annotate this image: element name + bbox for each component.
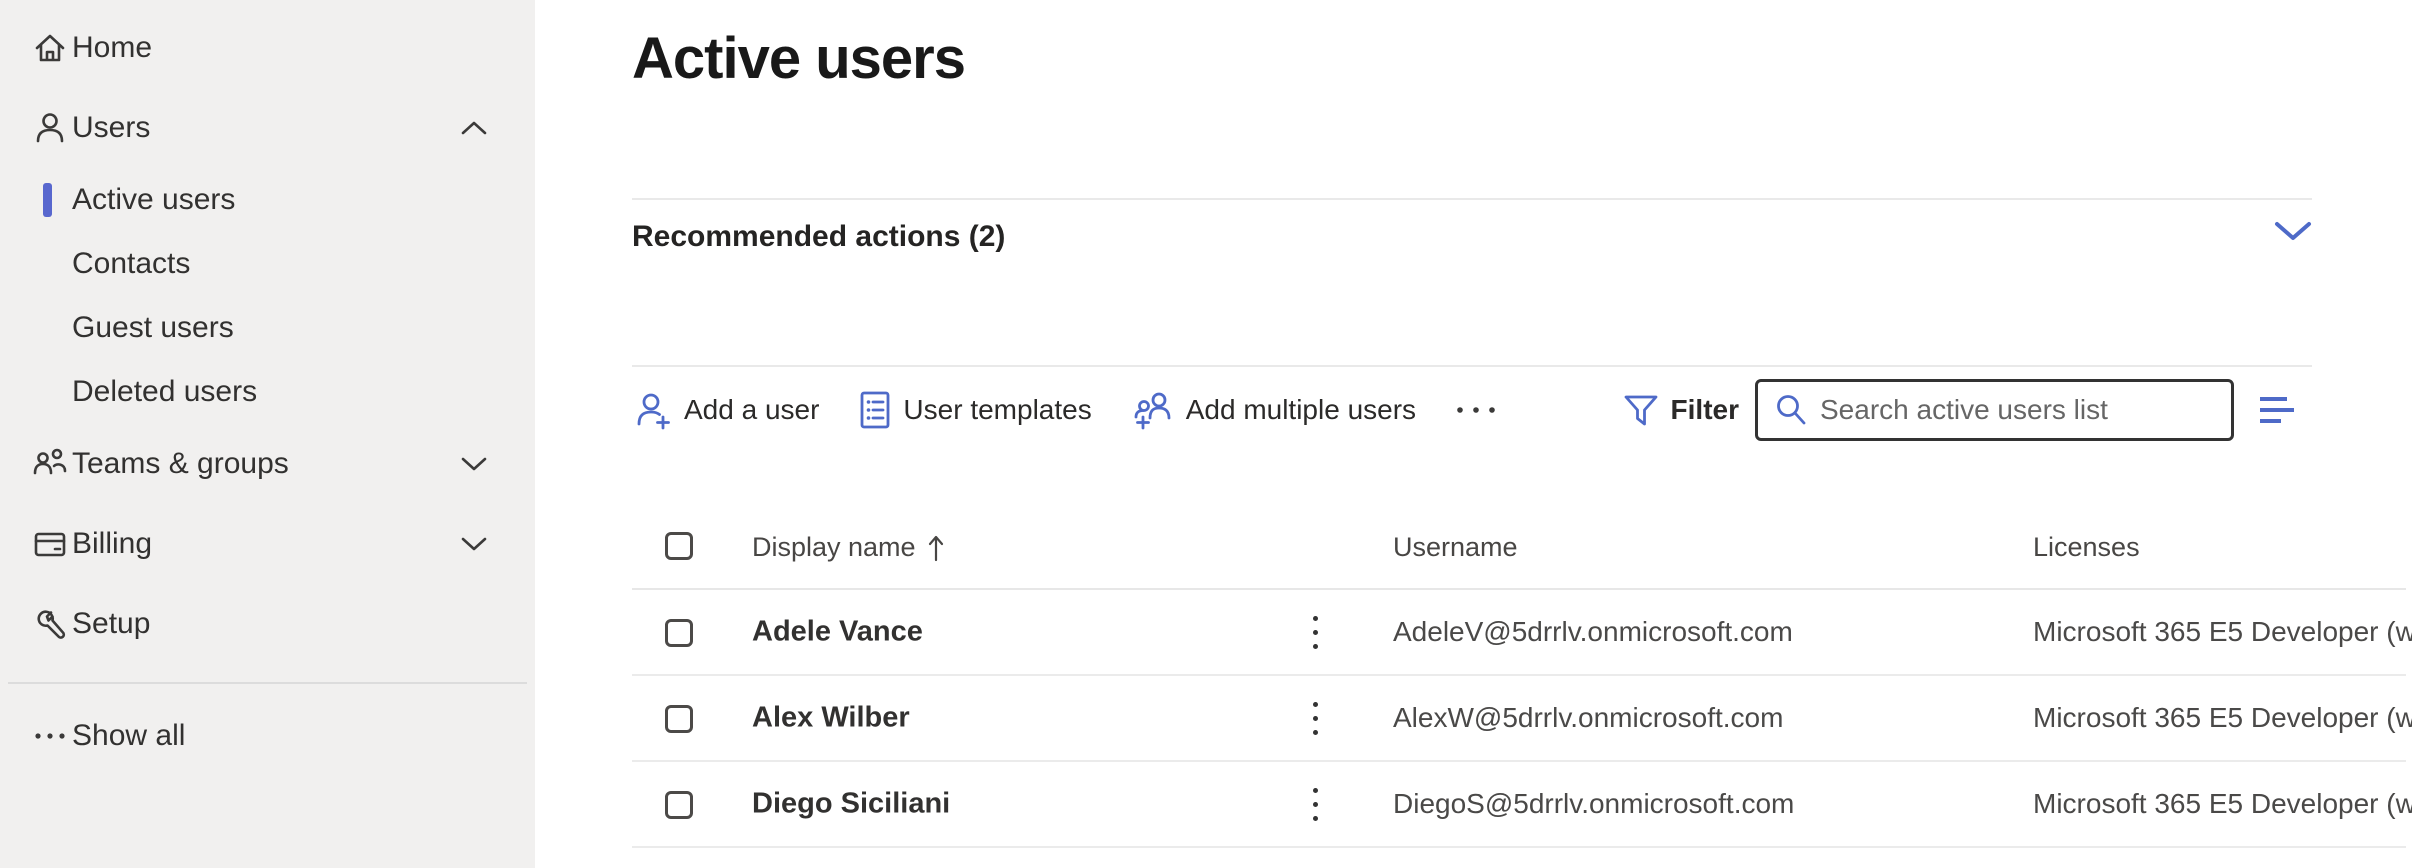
select-all-checkbox[interactable] (665, 532, 693, 560)
table-row[interactable]: Adele Vance AdeleV@5drrlv.onmicrosoft.co… (632, 590, 2406, 676)
people-add-icon (1130, 388, 1176, 432)
column-header-display-name[interactable]: Display name (752, 532, 944, 563)
user-licenses: Microsoft 365 E5 Developer (withou (2033, 616, 2412, 648)
sidebar-divider (8, 682, 527, 684)
page-title: Active users (632, 28, 2406, 90)
person-add-icon (632, 388, 674, 432)
row-checkbox[interactable] (665, 791, 693, 819)
sidebar-item-label: Deleted users (72, 375, 257, 409)
sidebar-item-label: Active users (72, 183, 235, 217)
chevron-down-icon (461, 536, 487, 552)
sidebar-item-home[interactable]: Home (0, 16, 535, 80)
kebab-icon[interactable] (1300, 695, 1330, 741)
user-templates-button[interactable]: User templates (857, 388, 1091, 432)
chevron-up-icon (461, 120, 487, 136)
sort-lines-icon (2258, 394, 2298, 426)
sidebar-item-contacts[interactable]: Contacts (0, 232, 535, 296)
user-username: DiegoS@5drrlv.onmicrosoft.com (1393, 788, 1794, 820)
sort-up-arrow-icon (928, 534, 944, 562)
sidebar-item-billing[interactable]: Billing (0, 512, 535, 576)
filter-button[interactable]: Filter (1621, 390, 1739, 430)
table-row[interactable]: Alex Wilber AlexW@5drrlv.onmicrosoft.com… (632, 676, 2406, 762)
billing-card-icon (30, 524, 70, 564)
column-header-username[interactable]: Username (1393, 532, 1518, 563)
user-templates-label: User templates (903, 394, 1091, 426)
column-header-licenses[interactable]: Licenses (2033, 532, 2140, 563)
home-icon (30, 28, 70, 68)
search-input[interactable] (1820, 394, 2200, 426)
more-actions-icon (1454, 404, 1498, 416)
add-user-button[interactable]: Add a user (632, 388, 819, 432)
table-header-row: Display name Username Licenses (632, 453, 2406, 590)
kebab-icon[interactable] (1300, 781, 1330, 827)
sidebar-item-guest-users[interactable]: Guest users (0, 296, 535, 360)
sidebar-item-setup[interactable]: Setup (0, 592, 535, 656)
sidebar-item-label: Show all (72, 719, 185, 753)
sidebar-item-users[interactable]: Users (0, 96, 535, 160)
setup-wrench-icon (30, 604, 70, 644)
sidebar-item-label: Contacts (72, 247, 190, 281)
m365-admin-active-users-page: Home Users Active users Contacts Guest u… (0, 0, 2412, 868)
chevron-down-icon (461, 456, 487, 472)
sidebar-item-label: Guest users (72, 311, 234, 345)
recommended-actions-label: Recommended actions (2) (632, 220, 1005, 254)
main-content: Active users Recommended actions (2) (535, 0, 2412, 868)
sidebar-users-children: Active users Contacts Guest users Delete… (0, 168, 535, 424)
teams-groups-icon (30, 444, 70, 484)
sidebar-item-active-users[interactable]: Active users (0, 168, 535, 232)
user-display-name[interactable]: Adele Vance (752, 616, 923, 649)
sidebar-item-teams-groups[interactable]: Teams & groups (0, 432, 535, 496)
user-username: AlexW@5drrlv.onmicrosoft.com (1393, 702, 1783, 734)
sidebar-item-label: Users (72, 111, 150, 145)
filter-funnel-icon (1621, 390, 1661, 430)
row-checkbox[interactable] (665, 705, 693, 733)
user-username: AdeleV@5drrlv.onmicrosoft.com (1393, 616, 1793, 648)
search-icon (1772, 391, 1810, 429)
user-icon (30, 108, 70, 148)
sidebar-item-label: Setup (72, 607, 150, 641)
user-display-name[interactable]: Diego Siciliani (752, 788, 950, 821)
recommended-actions-header[interactable]: Recommended actions (2) (632, 200, 2312, 365)
sidebar-item-show-all[interactable]: Show all (0, 704, 535, 768)
sort-lines-button[interactable] (2258, 394, 2298, 426)
sidebar-item-label: Teams & groups (72, 447, 289, 481)
sidebar-item-label: Billing (72, 527, 152, 561)
user-licenses: Microsoft 365 E5 Developer (withou (2033, 702, 2412, 734)
selected-indicator (43, 183, 52, 217)
search-box (1755, 379, 2234, 441)
user-licenses: Microsoft 365 E5 Developer (withou (2033, 788, 2412, 820)
user-templates-icon (857, 388, 893, 432)
table-row[interactable]: Diego Siciliani DiegoS@5drrlv.onmicrosof… (632, 762, 2406, 848)
add-user-label: Add a user (684, 394, 819, 426)
chevron-down-icon[interactable] (2274, 220, 2312, 242)
sidebar: Home Users Active users Contacts Guest u… (0, 0, 535, 868)
filter-label: Filter (1671, 394, 1739, 426)
sidebar-item-label: Home (72, 31, 152, 65)
more-actions-button[interactable] (1454, 404, 1498, 416)
add-multiple-users-button[interactable]: Add multiple users (1130, 388, 1416, 432)
kebab-icon[interactable] (1300, 609, 1330, 655)
row-checkbox[interactable] (665, 619, 693, 647)
add-multiple-users-label: Add multiple users (1186, 394, 1416, 426)
sidebar-item-deleted-users[interactable]: Deleted users (0, 360, 535, 424)
user-display-name[interactable]: Alex Wilber (752, 702, 910, 735)
toolbar: Add a user User templates (632, 367, 2312, 453)
ellipsis-icon (30, 716, 70, 756)
